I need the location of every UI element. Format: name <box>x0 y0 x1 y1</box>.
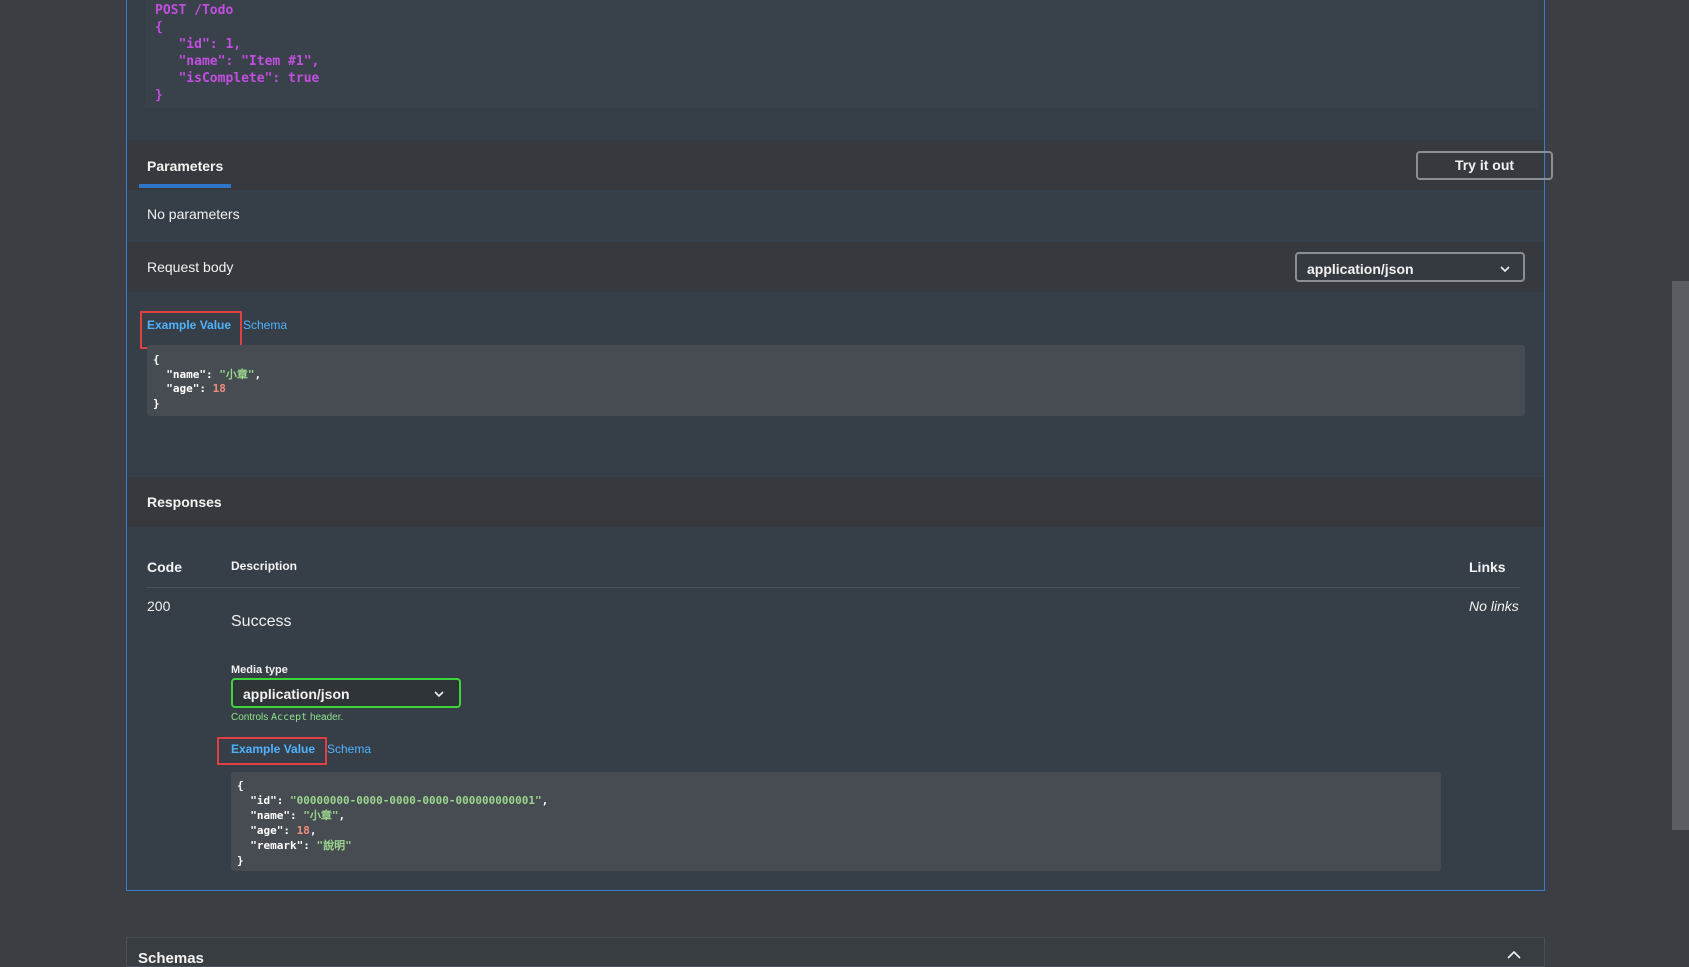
response-links: No links <box>1469 598 1519 614</box>
response-code: 200 <box>147 598 171 614</box>
chevron-down-icon <box>1499 262 1511 278</box>
code-line: { <box>153 353 160 366</box>
responses-header <box>127 477 1544 527</box>
code-line: "name": "小章", <box>153 368 262 381</box>
column-code: Code <box>147 559 182 575</box>
code-line: "name": "小章", <box>237 809 346 822</box>
response-description: Success <box>231 613 292 630</box>
chevron-up-icon[interactable] <box>1506 948 1522 966</box>
request-body-label: Request body <box>147 259 234 275</box>
response-media-type-select[interactable]: application/json <box>231 678 461 708</box>
code-line: "id": "00000000-0000-0000-0000-000000000… <box>237 794 549 807</box>
request-example-code: { "name": "小章", "age": 18 } <box>147 345 1525 416</box>
code-line: { <box>155 20 163 35</box>
column-links: Links <box>1469 559 1506 575</box>
code-line: "age": 18 <box>153 382 226 395</box>
schemas-title: Schemas <box>138 950 204 967</box>
response-schema-tab[interactable]: Schema <box>327 742 371 756</box>
column-description: Description <box>231 559 298 573</box>
description-code-block: POST /Todo { "id": 1, "name": "Item #1",… <box>145 0 1538 108</box>
scrollbar-thumb[interactable] <box>1672 281 1689 830</box>
select-value: application/json <box>243 686 350 702</box>
code-line: { <box>237 779 244 792</box>
try-it-out-button[interactable]: Try it out <box>1416 151 1553 180</box>
code-line: "remark": "說明" <box>237 839 352 852</box>
code-line: POST /Todo <box>155 3 234 18</box>
code-line: } <box>155 88 163 103</box>
request-content-type-select[interactable]: application/json <box>1295 252 1525 282</box>
operation-block <box>126 0 1545 891</box>
controls-accept-note: Controls Accept header. <box>231 712 344 723</box>
no-parameters-text: No parameters <box>147 206 240 222</box>
highlight-box <box>140 311 242 349</box>
active-tab-indicator <box>139 184 231 188</box>
table-divider <box>146 587 1520 588</box>
tab-parameters[interactable]: Parameters <box>147 158 223 174</box>
request-schema-tab[interactable]: Schema <box>243 318 287 332</box>
code-line: "id": 1, <box>155 37 242 52</box>
chevron-down-icon <box>433 687 445 703</box>
responses-title: Responses <box>147 494 222 510</box>
schemas-section[interactable]: Schemas <box>126 937 1545 967</box>
highlight-box <box>217 737 327 765</box>
media-type-label: Media type <box>231 664 288 676</box>
parameters-header <box>127 140 1544 190</box>
code-line: "name": "Item #1", <box>155 54 320 69</box>
code-line: } <box>153 397 160 410</box>
code-line: "age": 18, <box>237 824 317 837</box>
code-line: "isComplete": true <box>155 71 320 86</box>
response-example-code: { "id": "00000000-0000-0000-0000-0000000… <box>231 772 1441 871</box>
code-line: } <box>237 854 244 867</box>
select-value: application/json <box>1307 261 1414 277</box>
